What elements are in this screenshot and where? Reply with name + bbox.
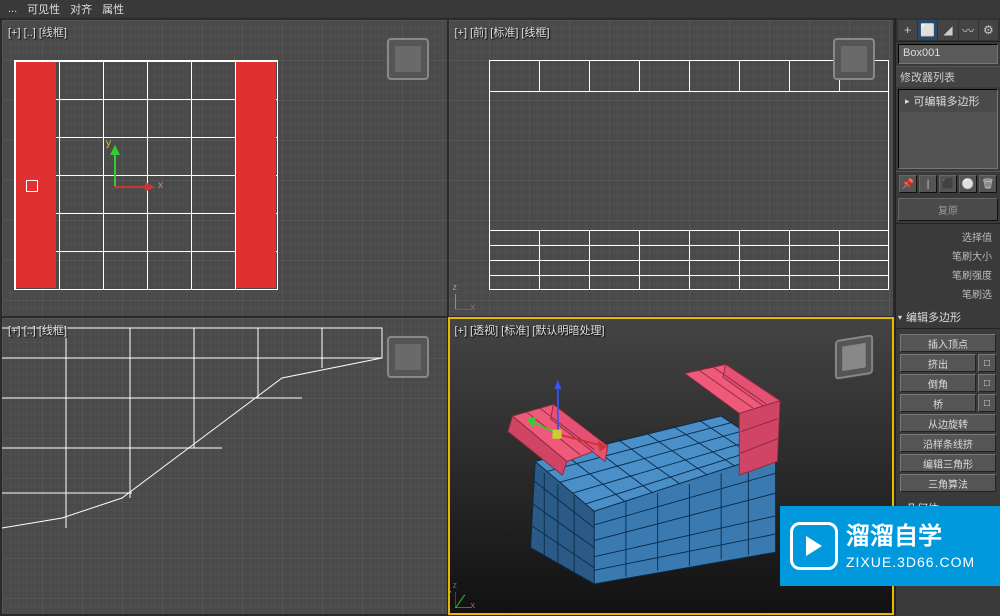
retriangulate-button[interactable]: 三角算法: [900, 474, 996, 492]
bevel-button[interactable]: 倒角: [900, 374, 976, 392]
bevel-settings-button[interactable]: □: [978, 374, 996, 392]
object-name-field[interactable]: Box001: [898, 44, 998, 64]
viewport-top[interactable]: [+] [..] [线框] y x: [2, 20, 447, 316]
insert-vertex-button[interactable]: 插入顶点: [900, 334, 996, 352]
menu-align[interactable]: 对齐: [66, 0, 96, 19]
tab-modify[interactable]: ⬜: [918, 20, 937, 40]
brush-strength-label: 笔刷强度: [900, 265, 996, 284]
command-tabs: + ⬜ ◢ 〰 ⚙: [896, 18, 1000, 42]
menu-prefix: ...: [4, 1, 21, 17]
menu-properties[interactable]: 属性: [98, 0, 128, 19]
viewport-label[interactable]: [+] [透视] [标准] [默认明暗处理]: [455, 322, 605, 338]
extrude-along-spline-button[interactable]: 沿样条线挤: [900, 434, 996, 452]
stack-toolbar: 📌 | ⬛ ⚪ 🗑: [896, 171, 1000, 196]
watermark-title: 溜溜自学: [846, 521, 975, 552]
viewcube[interactable]: [835, 334, 873, 380]
menubar: ... 可见性 对齐 属性: [0, 0, 1000, 18]
edit-triangulation-button[interactable]: 编辑三角形: [900, 454, 996, 472]
watermark-url: ZIXUE.3D66.COM: [846, 553, 975, 571]
extrude-settings-button[interactable]: □: [978, 354, 996, 372]
viewport-label[interactable]: [+] [前] [标准] [线框]: [455, 24, 550, 40]
viewport-left[interactable]: [+] [..] [线框]: [2, 318, 447, 614]
edit-poly-rollout: 插入顶点 挤出 □ 倒角 □ 桥 □ 从边旋转 沿样条线挤 编辑三角形 三角算法: [896, 328, 1000, 497]
viewport-label[interactable]: [+] [..] [线框]: [8, 24, 67, 40]
viewcube[interactable]: [387, 38, 429, 80]
wireframe-side: [2, 318, 447, 614]
configure-sets-button[interactable]: 🗑: [979, 175, 997, 193]
mini-axis-icon: x y z: [455, 584, 479, 608]
selected-poly-right: [236, 62, 276, 288]
modifier-stack[interactable]: 可编辑多边形: [898, 89, 998, 169]
tab-hierarchy[interactable]: ◢: [938, 20, 957, 40]
modifier-list-label[interactable]: 修改器列表: [896, 66, 1000, 87]
brush-size-label: 笔刷大小: [900, 246, 996, 265]
axis-x-label: x: [158, 180, 163, 191]
tab-utilities[interactable]: ⚙: [979, 20, 998, 40]
viewport-label[interactable]: [+] [..] [线框]: [8, 322, 67, 338]
show-end-result-button[interactable]: |: [919, 175, 937, 193]
play-icon: [790, 522, 838, 570]
viewport-front[interactable]: [+] [前] [标准] [线框] x z: [449, 20, 894, 316]
stack-editable-poly[interactable]: 可编辑多边形: [899, 90, 997, 112]
remove-modifier-button[interactable]: ⚪: [959, 175, 977, 193]
spin-edge-button[interactable]: 从边旋转: [900, 414, 996, 432]
selection-rollout: 选择值 笔刷大小 笔刷强度 笔刷选: [896, 223, 1000, 306]
watermark: 溜溜自学 ZIXUE.3D66.COM: [780, 506, 1000, 586]
viewcube[interactable]: [833, 38, 875, 80]
axis-y-label: y: [106, 138, 111, 149]
tab-motion[interactable]: 〰: [959, 20, 978, 40]
select-value-label: 选择值: [900, 227, 996, 246]
viewports-container: [+] [..] [线框] y x [+] [前] [标准] [线框]: [0, 18, 895, 616]
undo-button[interactable]: 复原: [898, 198, 998, 221]
edit-poly-rollout-head[interactable]: 编辑多边形: [896, 306, 1000, 328]
wireframe-front: [489, 60, 889, 290]
bridge-settings-button[interactable]: □: [978, 394, 996, 412]
pin-stack-button[interactable]: 📌: [899, 175, 917, 193]
extrude-button[interactable]: 挤出: [900, 354, 976, 372]
mini-axis-icon: x z: [455, 286, 479, 310]
tab-create[interactable]: +: [898, 20, 917, 40]
viewcube[interactable]: [387, 336, 429, 378]
make-unique-button[interactable]: ⬛: [939, 175, 957, 193]
menu-visibility[interactable]: 可见性: [23, 0, 64, 19]
transform-handle[interactable]: [26, 180, 38, 192]
brush-select-label: 笔刷选: [900, 284, 996, 303]
bridge-button[interactable]: 桥: [900, 394, 976, 412]
selected-poly-left: [16, 62, 56, 288]
